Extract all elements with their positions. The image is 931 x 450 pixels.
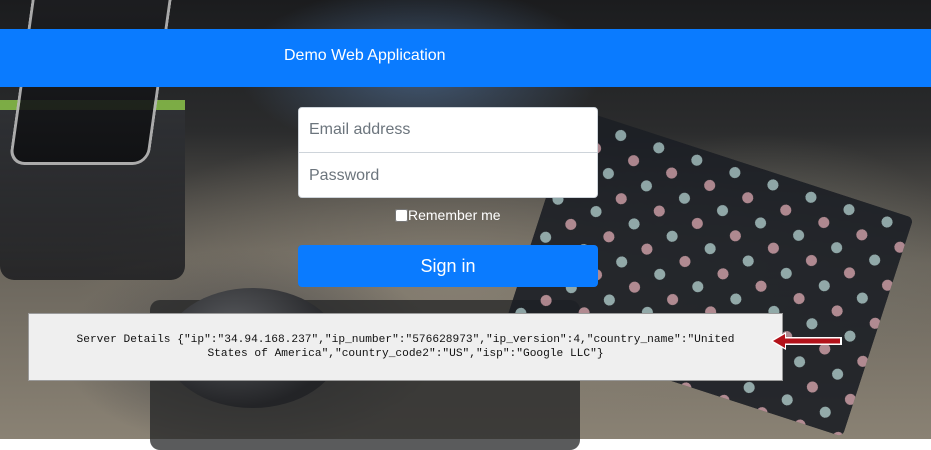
email-input[interactable]: [299, 108, 597, 153]
sign-in-button[interactable]: Sign in: [298, 245, 598, 287]
remember-me[interactable]: Remember me: [395, 207, 501, 223]
server-details-box: Server Details {"ip":"34.94.168.237","ip…: [28, 313, 783, 381]
remember-me-checkbox[interactable]: [395, 208, 408, 222]
remember-me-label: Remember me: [408, 207, 501, 223]
password-input[interactable]: [299, 153, 597, 197]
left-arrow-icon: [770, 332, 842, 350]
server-details-text: Server Details {"ip":"34.94.168.237","ip…: [76, 334, 735, 360]
login-form: [298, 107, 598, 198]
app-title: Demo Web Application: [284, 47, 446, 64]
app-header: Demo Web Application: [0, 29, 931, 87]
